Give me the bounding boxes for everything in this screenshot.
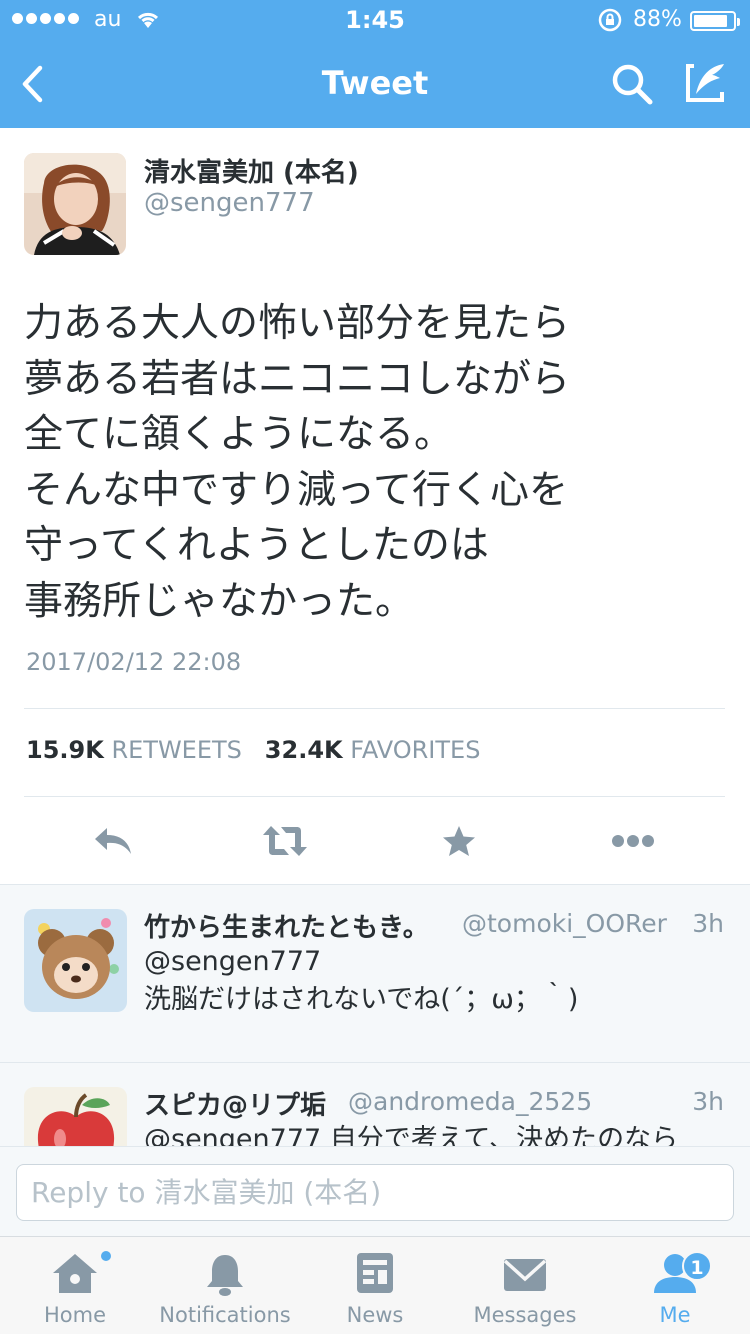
reply-text: @sengen777 自分で考えて、決めたのなら	[144, 1124, 679, 1146]
tab-label: Home	[43, 1303, 106, 1327]
favorites-stat[interactable]: 32.4K FAVORITES	[265, 736, 481, 764]
reply-icon	[95, 828, 131, 854]
home-unread-dot	[101, 1251, 111, 1261]
reply-name-text: 竹から生まれたともき。	[144, 913, 429, 943]
bell-icon	[207, 1255, 243, 1296]
tab-messages[interactable]: Messages	[450, 1237, 600, 1334]
tweet-timestamp: 2017/02/12 22:08	[26, 648, 242, 676]
tab-me[interactable]: 1 Me	[600, 1237, 750, 1334]
reply-avatar[interactable]	[24, 909, 127, 1012]
battery-percent: 88%	[633, 7, 682, 32]
replies-list: 竹から生まれたともき。 @tomoki_OORer 3h @sengen777 …	[0, 884, 750, 1146]
more-options-button[interactable]	[608, 816, 658, 866]
reply-button[interactable]	[88, 816, 138, 866]
tab-notifications[interactable]: Notifications	[150, 1237, 300, 1334]
favorites-label: FAVORITES	[350, 736, 481, 764]
reply-name-text: スピカ@リプ垢	[144, 1091, 327, 1121]
reply-author-name[interactable]: 竹から生まれたともき。	[144, 907, 429, 944]
author-handle[interactable]: @sengen777	[144, 188, 315, 218]
star-icon	[443, 826, 475, 856]
reply-author-name[interactable]: スピカ@リプ垢	[144, 1085, 326, 1122]
divider	[24, 708, 725, 709]
status-bar: au 1:45 88%	[0, 0, 750, 40]
news-icon	[357, 1253, 393, 1293]
divider	[24, 796, 725, 797]
me-notification-badge: 1	[682, 1251, 712, 1281]
author-avatar[interactable]	[24, 153, 126, 255]
tab-bar: Home Notifications News Messages 1 Me	[0, 1236, 750, 1334]
reply-author-handle[interactable]: @tomoki_OORer	[462, 909, 667, 938]
rotation-lock-icon	[598, 8, 622, 38]
retweet-button[interactable]	[260, 816, 310, 866]
tweet-text: 力ある大人の怖い部分を見たら 夢ある若者はニコニコしながら 全てに頷くようになる…	[24, 301, 571, 624]
list-item[interactable]: スピカ@リプ垢 @andromeda_2525 3h @sengen777 自分…	[0, 1063, 750, 1146]
tweet-detail: 清水富美加 (本名) @sengen777 力ある大人の怖い部分を見たら 夢ある…	[0, 128, 750, 884]
tweet-stats: 15.9K RETWEETS 32.4K FAVORITES	[26, 736, 480, 764]
search-icon	[612, 64, 653, 105]
favorites-count: 32.4K	[264, 736, 343, 764]
retweet-icon	[263, 826, 307, 856]
favorite-button[interactable]	[434, 816, 484, 866]
reply-input[interactable]	[16, 1164, 734, 1221]
reply-composer	[0, 1146, 750, 1236]
top-bar: au 1:45 88% Tweet	[0, 0, 750, 128]
search-button[interactable]	[608, 60, 656, 108]
compose-tweet-button[interactable]	[680, 58, 730, 108]
reply-avatar[interactable]	[24, 1087, 127, 1146]
retweets-stat[interactable]: 15.9K RETWEETS	[26, 736, 242, 764]
tab-news[interactable]: News	[300, 1237, 450, 1334]
reply-time: 3h	[692, 909, 724, 938]
reply-text: @sengen777 洗脳だけはされないでね(´；ω；｀)	[144, 946, 579, 1015]
tab-label: Me	[659, 1303, 691, 1327]
tab-label: News	[346, 1303, 404, 1327]
retweets-label: RETWEETS	[111, 736, 242, 764]
battery-icon	[690, 11, 740, 31]
tab-home[interactable]: Home	[0, 1237, 150, 1334]
reply-time: 3h	[692, 1087, 724, 1116]
retweets-count: 15.9K	[26, 736, 104, 764]
compose-quill-icon	[686, 64, 724, 102]
list-item[interactable]: 竹から生まれたともき。 @tomoki_OORer 3h @sengen777 …	[0, 885, 750, 1063]
envelope-icon	[503, 1259, 547, 1291]
tab-label: Messages	[473, 1303, 577, 1327]
home-icon	[53, 1254, 97, 1293]
reply-author-handle[interactable]: @andromeda_2525	[348, 1087, 592, 1116]
more-dots-icon	[612, 835, 654, 847]
tab-label: Notifications	[159, 1303, 291, 1327]
author-name[interactable]: 清水富美加 (本名)	[144, 152, 359, 189]
